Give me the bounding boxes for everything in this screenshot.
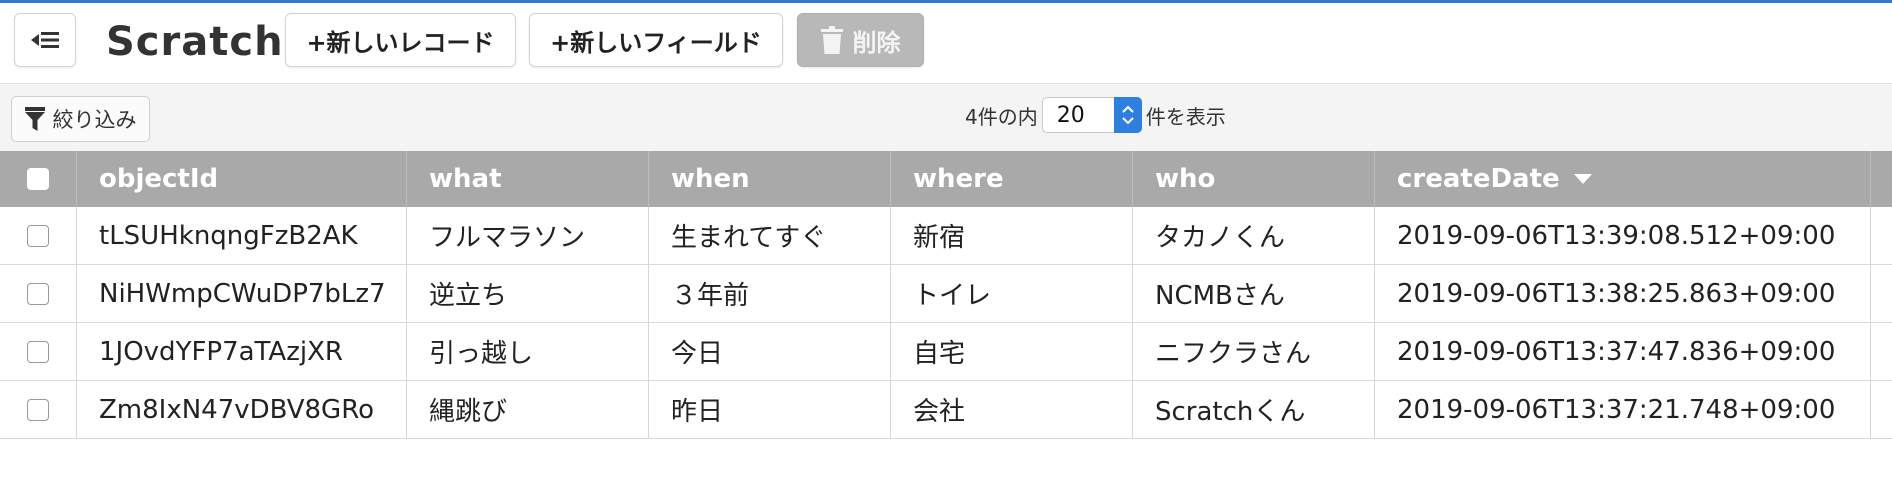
- cell-createdate[interactable]: 2019-09-06T13:37:21.748+09:00: [1375, 381, 1871, 438]
- cell-objectid[interactable]: NiHWmpCWuDP7bLz7: [77, 265, 407, 322]
- table-header: objectId what when where who createDate: [0, 151, 1892, 207]
- cell-when[interactable]: 生まれてすぐ: [649, 207, 891, 264]
- cell-who[interactable]: Scratchくん: [1133, 381, 1375, 438]
- column-header-label: where: [913, 164, 1004, 194]
- cell-where[interactable]: 会社: [891, 381, 1133, 438]
- record-count-prefix: 4件の内: [965, 104, 1038, 129]
- row-checkbox[interactable]: [27, 340, 49, 363]
- select-all-checkbox[interactable]: [27, 168, 49, 190]
- app-title: Scratch: [106, 19, 284, 65]
- row-checkbox[interactable]: [27, 224, 49, 247]
- cell-what[interactable]: 縄跳び: [407, 381, 649, 438]
- column-header-label: who: [1155, 164, 1216, 194]
- column-header-who[interactable]: who: [1133, 151, 1375, 207]
- delete-button[interactable]: 削除: [797, 13, 924, 67]
- funnel-icon: [24, 107, 45, 131]
- cell-when[interactable]: 今日: [649, 323, 891, 380]
- table-row[interactable]: NiHWmpCWuDP7bLz7 逆立ち ３年前 トイレ NCMBさん 2019…: [0, 265, 1892, 323]
- cell-where[interactable]: 自宅: [891, 323, 1133, 380]
- cell-objectid[interactable]: 1JOvdYFP7aTAzjXR: [77, 323, 407, 380]
- sort-down-icon[interactable]: [1573, 174, 1592, 184]
- cell-where[interactable]: トイレ: [891, 265, 1133, 322]
- cell-overflow: [1871, 323, 1892, 380]
- filter-button[interactable]: 絞り込み: [11, 96, 150, 142]
- cell-where[interactable]: 新宿: [891, 207, 1133, 264]
- cell-objectid[interactable]: Zm8IxN47vDBV8GRo: [77, 381, 407, 438]
- column-header-objectid[interactable]: objectId: [77, 151, 407, 207]
- column-header-what[interactable]: what: [407, 151, 649, 207]
- cell-objectid[interactable]: tLSUHknqngFzB2AK: [77, 207, 407, 264]
- cell-who[interactable]: タカノくん: [1133, 207, 1375, 264]
- record-count-suffix: 件を表示: [1145, 104, 1226, 129]
- new-field-button[interactable]: +新しいフィールド: [529, 13, 783, 67]
- cell-what[interactable]: 逆立ち: [407, 265, 649, 322]
- cell-when[interactable]: 昨日: [649, 381, 891, 438]
- trash-icon: [820, 26, 843, 54]
- table-row[interactable]: 1JOvdYFP7aTAzjXR 引っ越し 今日 自宅 ニフクラさん 2019-…: [0, 323, 1892, 381]
- row-select-cell: [0, 265, 77, 322]
- cell-who[interactable]: NCMBさん: [1133, 265, 1375, 322]
- cell-createdate[interactable]: 2019-09-06T13:38:25.863+09:00: [1375, 265, 1871, 322]
- cell-createdate[interactable]: 2019-09-06T13:39:08.512+09:00: [1375, 207, 1871, 264]
- cell-who[interactable]: ニフクラさん: [1133, 323, 1375, 380]
- collapse-menu-icon: [31, 32, 59, 48]
- cell-createdate[interactable]: 2019-09-06T13:37:47.836+09:00: [1375, 323, 1871, 380]
- table-row[interactable]: Zm8IxN47vDBV8GRo 縄跳び 昨日 会社 Scratchくん 201…: [0, 381, 1892, 439]
- row-checkbox[interactable]: [27, 282, 49, 305]
- column-header-where[interactable]: where: [891, 151, 1133, 207]
- cell-when[interactable]: ３年前: [649, 265, 891, 322]
- cell-what[interactable]: フルマラソン: [407, 207, 649, 264]
- column-header-createdate[interactable]: createDate: [1375, 151, 1871, 207]
- page-size-value: 20: [1056, 102, 1085, 128]
- cell-what[interactable]: 引っ越し: [407, 323, 649, 380]
- new-record-button[interactable]: +新しいレコード: [285, 13, 516, 67]
- back-button[interactable]: [14, 13, 76, 67]
- column-header-overflow: [1871, 151, 1892, 207]
- column-header-label: createDate: [1397, 164, 1560, 194]
- filter-button-label: 絞り込み: [52, 108, 137, 132]
- row-select-cell: [0, 207, 77, 264]
- select-all-cell: [0, 151, 77, 207]
- cell-overflow: [1871, 265, 1892, 322]
- column-header-label: what: [429, 164, 502, 194]
- cell-overflow: [1871, 207, 1892, 264]
- table-row[interactable]: tLSUHknqngFzB2AK フルマラソン 生まれてすぐ 新宿 タカノくん …: [0, 207, 1892, 265]
- cell-overflow: [1871, 381, 1892, 438]
- delete-button-label: 削除: [852, 28, 901, 57]
- filter-bar: 絞り込み 4件の内 20 件を表示: [0, 83, 1892, 151]
- chevron-up-down-icon: [1113, 97, 1142, 133]
- row-checkbox[interactable]: [27, 398, 49, 421]
- row-select-cell: [0, 381, 77, 438]
- toolbar: Scratch +新しいレコード +新しいフィールド 削除: [0, 3, 1892, 83]
- page-size-control: 4件の内 20 件を表示: [965, 97, 1226, 133]
- column-header-label: when: [671, 164, 750, 194]
- column-header-when[interactable]: when: [649, 151, 891, 207]
- column-header-label: objectId: [99, 164, 219, 194]
- page-size-select[interactable]: 20: [1041, 97, 1142, 133]
- row-select-cell: [0, 323, 77, 380]
